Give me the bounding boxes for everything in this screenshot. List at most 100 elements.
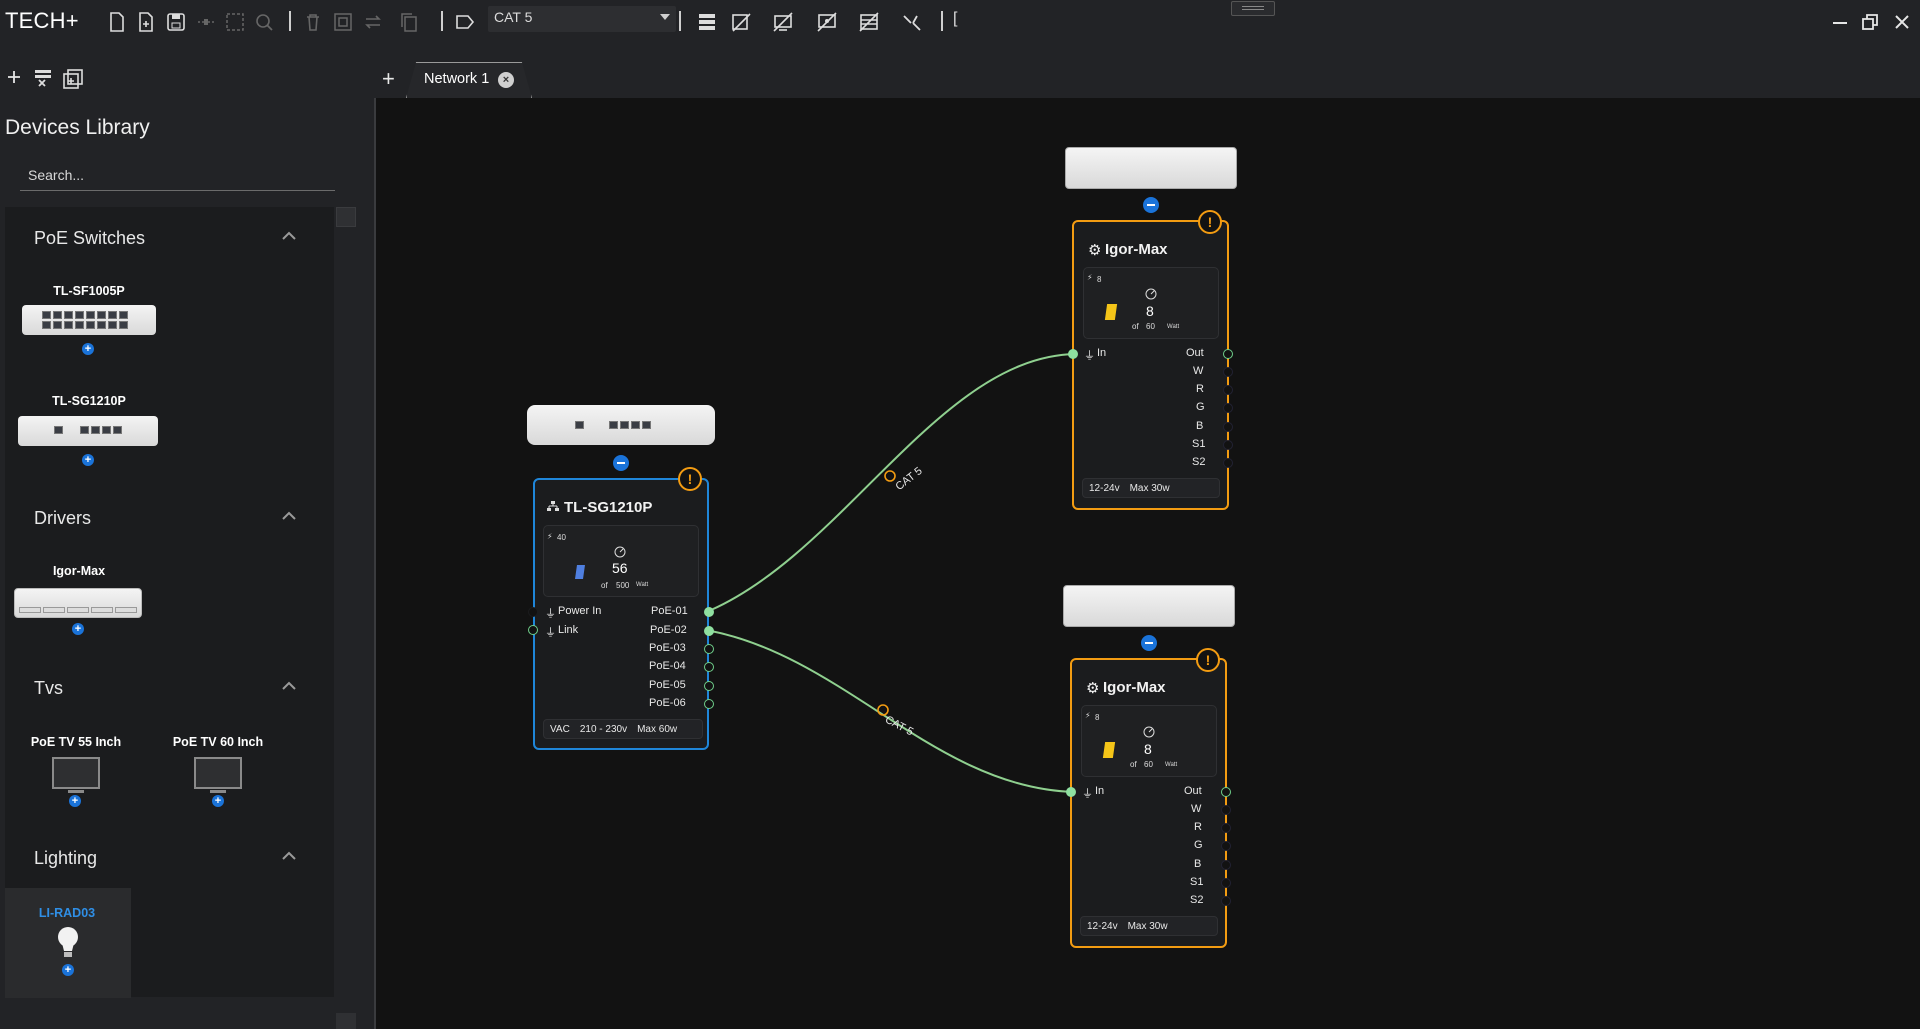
category-lighting[interactable]: Lighting xyxy=(34,848,97,869)
app-title: TECH+ xyxy=(5,8,79,33)
channel-connector[interactable] xyxy=(1223,440,1233,450)
chevron-up-icon[interactable] xyxy=(282,681,296,691)
poe-port-connector[interactable] xyxy=(704,644,714,654)
add-device-button[interactable]: + xyxy=(72,623,84,635)
tv-thumbnail[interactable] xyxy=(52,757,100,793)
poe-port-label: PoE-01 xyxy=(651,605,688,617)
driver-in-connector[interactable] xyxy=(1068,349,1078,359)
minimize-icon[interactable] xyxy=(1830,12,1850,32)
power-capacity: 60 xyxy=(1144,760,1153,769)
toolbar-separator xyxy=(941,11,943,31)
restore-icon[interactable] xyxy=(1860,12,1880,32)
category-poe-switches[interactable]: PoE Switches xyxy=(34,228,145,249)
driver-in-connector[interactable] xyxy=(1066,787,1076,797)
wire-warning-marker[interactable] xyxy=(884,470,896,482)
driver-thumbnail[interactable] xyxy=(14,588,142,618)
add-device-button[interactable]: + xyxy=(212,795,224,807)
category-tvs[interactable]: Tvs xyxy=(34,678,63,699)
hide-screens-icon[interactable] xyxy=(772,11,794,33)
channel-connector[interactable] xyxy=(1221,805,1231,815)
add-icon[interactable] xyxy=(6,69,22,85)
driver-out-connector[interactable] xyxy=(1221,787,1231,797)
add-device-button[interactable]: + xyxy=(62,964,74,976)
chevron-up-icon[interactable] xyxy=(282,851,296,861)
chevron-up-icon[interactable] xyxy=(282,511,296,521)
collapse-node-button[interactable] xyxy=(1141,635,1157,651)
power-of-label: of xyxy=(601,581,608,590)
collapse-node-button[interactable] xyxy=(1143,197,1159,213)
power-capacity: 500 xyxy=(616,581,630,590)
poe-port-label: PoE-06 xyxy=(649,697,686,709)
warning-icon[interactable]: ! xyxy=(1196,648,1220,672)
poe-port-label: PoE-03 xyxy=(649,642,686,654)
library-scrollbar[interactable] xyxy=(334,207,356,1029)
poe-port-label: PoE-05 xyxy=(649,679,686,691)
scroll-down-button[interactable] xyxy=(336,1013,356,1029)
channel-connector[interactable] xyxy=(1223,385,1233,395)
add-device-button[interactable]: + xyxy=(69,795,81,807)
hide-wires-icon[interactable] xyxy=(901,11,923,33)
channel-connector[interactable] xyxy=(1221,823,1231,833)
warning-icon[interactable]: ! xyxy=(1198,210,1222,234)
list-view-icon[interactable] xyxy=(696,11,718,33)
hide-labels-icon[interactable] xyxy=(858,11,880,33)
close-icon[interactable] xyxy=(1892,12,1912,32)
device-label-li-rad03: LI-RAD03 xyxy=(38,906,96,920)
channel-connector[interactable] xyxy=(1221,860,1231,870)
gauge-icon xyxy=(1145,288,1157,300)
channel-label: G xyxy=(1194,839,1203,851)
window-drag-handle[interactable] xyxy=(1231,1,1275,16)
hide-list-icon[interactable] xyxy=(730,11,752,33)
driver-footer: 12-24v Max 30w xyxy=(1082,478,1220,498)
switch-thumbnail[interactable] xyxy=(18,416,158,446)
collapse-node-button[interactable] xyxy=(613,455,629,471)
max-power-value: Max 30w xyxy=(1127,920,1168,932)
power-icon: ⚡ xyxy=(547,532,553,541)
out-label: Out xyxy=(1186,347,1204,359)
wire-cat5-2[interactable] xyxy=(710,630,1075,793)
link-connector[interactable] xyxy=(528,625,538,635)
power-icon-value: 8 xyxy=(1097,275,1102,284)
switch-thumbnail[interactable] xyxy=(22,305,156,335)
cable-type-select[interactable]: CAT 5 xyxy=(488,6,676,32)
open-file-icon[interactable] xyxy=(135,11,157,33)
channel-connector[interactable] xyxy=(1223,367,1233,377)
wire-warning-marker[interactable] xyxy=(877,704,889,716)
warning-icon[interactable]: ! xyxy=(678,467,702,491)
driver-out-connector[interactable] xyxy=(1223,349,1233,359)
swap-icon xyxy=(365,15,381,29)
channel-connector[interactable] xyxy=(1221,896,1231,906)
chevron-up-icon[interactable] xyxy=(282,231,296,241)
add-device-button[interactable]: + xyxy=(82,454,94,466)
gauge-icon xyxy=(1143,726,1155,738)
channel-connector[interactable] xyxy=(1221,878,1231,888)
hide-devices-icon[interactable] xyxy=(816,11,838,33)
poe-port-connector[interactable] xyxy=(704,607,714,617)
tab-close-icon[interactable]: × xyxy=(498,72,514,88)
poe-port-connector[interactable] xyxy=(704,626,714,636)
channel-connector[interactable] xyxy=(1221,841,1231,851)
power-icon: ⚡ xyxy=(1087,273,1093,282)
new-file-icon[interactable] xyxy=(106,11,128,33)
category-drivers[interactable]: Drivers xyxy=(34,508,91,529)
channel-connector[interactable] xyxy=(1223,422,1233,432)
tv-thumbnail[interactable] xyxy=(194,757,242,793)
remove-library-icon[interactable] xyxy=(33,68,53,88)
poe-port-connector[interactable] xyxy=(704,681,714,691)
save-icon[interactable] xyxy=(165,11,187,33)
power-in-connector[interactable] xyxy=(528,607,538,617)
channel-connector[interactable] xyxy=(1223,403,1233,413)
label-tag-icon[interactable] xyxy=(454,11,476,33)
scroll-up-button[interactable] xyxy=(336,207,356,227)
poe-port-connector[interactable] xyxy=(704,699,714,709)
import-library-icon[interactable] xyxy=(62,68,84,90)
channel-label: R xyxy=(1194,821,1202,833)
add-tab-button[interactable]: + xyxy=(382,66,395,92)
driver-node-title: Igor-Max xyxy=(1103,679,1166,696)
add-device-button[interactable]: + xyxy=(82,343,94,355)
device-search-input[interactable] xyxy=(20,159,335,191)
channel-connector[interactable] xyxy=(1223,458,1233,468)
poe-port-connector[interactable] xyxy=(704,662,714,672)
plug-icon: ⏚ xyxy=(545,608,556,620)
driver-image xyxy=(1065,147,1237,189)
